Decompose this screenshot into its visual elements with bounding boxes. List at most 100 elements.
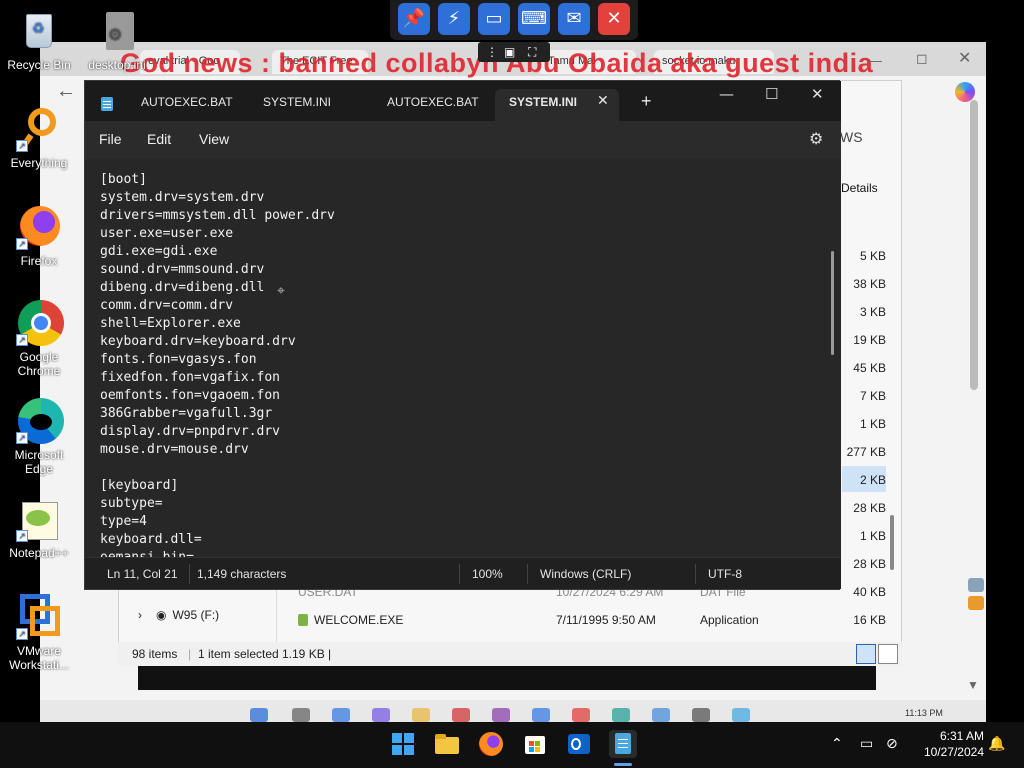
notepad-tabstrip: AUTOEXEC.BAT SYSTEM.INI AUTOEXEC.BAT SYS… — [85, 81, 841, 121]
vm-app-icon[interactable] — [612, 708, 630, 722]
close-window-icon[interactable]: ✕ — [811, 85, 824, 103]
fullscreen-icon[interactable]: ⛶ — [528, 45, 536, 60]
vm-app-icon[interactable] — [532, 708, 550, 722]
maximize-icon[interactable]: ☐ — [765, 85, 778, 103]
monitor-icon[interactable]: ▭ — [478, 3, 510, 35]
desktop-icon-label: Microsoft Edge — [14, 448, 64, 476]
remote-session-toolbar: 📌 ⚡ ▭ ⌨ ✉ ✕ — [390, 0, 638, 40]
chevron-right-icon[interactable]: › — [138, 608, 142, 622]
vm-maximize-icon[interactable]: ◻ — [916, 50, 928, 67]
menu-view[interactable]: View — [199, 131, 229, 147]
desktop-icon-label: Everything — [10, 156, 68, 170]
firefox-icon: ↗ — [16, 204, 62, 250]
settings-file-icon: ⚙ — [94, 8, 140, 54]
settings-gear-icon[interactable]: ⚙ — [809, 129, 823, 148]
explorer-status-bar: 98 items | 1 item selected 1.19 KB | — [118, 642, 902, 666]
vm-start-icon[interactable] — [250, 708, 268, 722]
firefox-icon[interactable] — [477, 730, 505, 758]
desktop-icon-microsoft-edge[interactable]: ↗ Microsoft Edge — [0, 398, 78, 476]
chat-icon[interactable]: ✉ — [558, 3, 590, 35]
tab-close-icon[interactable]: ✕ — [597, 93, 609, 109]
tab-autoexec-bat[interactable]: AUTOEXEC.BAT — [141, 95, 233, 109]
desktop-icon-google-chrome[interactable]: ↗ Google Chrome — [0, 300, 78, 378]
desktop-icon-label: desktop.ini — [88, 58, 146, 72]
new-tab-button[interactable]: + — [641, 91, 652, 112]
file-type: Application — [700, 613, 759, 627]
notification-bell-icon[interactable]: 🔔 — [988, 736, 1005, 752]
recycle-bin-icon: ♻ — [16, 8, 62, 54]
chrome-icon: ↗ — [16, 300, 64, 346]
desktop-icon-label: Firefox — [20, 254, 58, 268]
clock-time[interactable]: 6:31 AM — [924, 729, 984, 743]
desktop-icon-label: VMware Workstati... — [9, 644, 69, 672]
vm-folder-icon[interactable] — [412, 708, 430, 722]
document-text[interactable]: [boot] system.drv=system.drv drivers=mms… — [100, 171, 335, 557]
chevron-up-icon[interactable]: ⌃ — [831, 736, 843, 752]
tiles-view-icon[interactable] — [878, 644, 898, 664]
notepad-icon[interactable] — [609, 730, 637, 758]
vm-app-icon[interactable] — [492, 708, 510, 722]
vm-app-icon[interactable] — [452, 708, 470, 722]
desktop-icon-desktop-ini[interactable]: ⚙ desktop.ini — [78, 8, 156, 72]
pin-icon[interactable]: 📌 — [398, 3, 430, 35]
volume-muted-icon[interactable]: ⊘ — [886, 736, 898, 752]
desktop-icon-label: Google Chrome — [17, 350, 61, 378]
vm-app-icon[interactable] — [652, 708, 670, 722]
network-icon[interactable]: ▭ — [860, 736, 873, 752]
character-count: 1,149 characters — [197, 567, 287, 581]
line-ending[interactable]: Windows (CRLF) — [540, 567, 631, 581]
vm-taskview-icon[interactable] — [332, 708, 350, 722]
nav-pane-drive[interactable]: › ◉ W95 (F:) — [138, 608, 219, 622]
tab-system-ini-active[interactable]: SYSTEM.INI — [509, 95, 577, 109]
grip-icon[interactable]: ⋮ — [486, 45, 498, 59]
shortcut-arrow-icon: ↗ — [16, 334, 28, 346]
vm-clock: 11:13 PM — [905, 708, 943, 718]
lightning-icon[interactable]: ⚡ — [438, 3, 470, 35]
vm-app-icon[interactable] — [692, 708, 710, 722]
details-view-icon[interactable] — [856, 644, 876, 664]
close-icon[interactable]: ✕ — [598, 3, 630, 35]
vm-scrollbar[interactable] — [970, 100, 978, 390]
clock-date[interactable]: 10/27/2024 — [904, 745, 984, 759]
encoding[interactable]: UTF-8 — [708, 567, 742, 581]
explorer-heading-partial: WS — [840, 129, 863, 145]
desktop-icon-firefox[interactable]: ↗ Firefox — [0, 204, 78, 268]
desktop-icon-everything[interactable]: ↗ Everything — [0, 106, 78, 170]
vm-app-icon[interactable] — [732, 708, 750, 722]
file-name: WELCOME.EXE — [314, 613, 404, 627]
status-separator: | — [188, 647, 192, 661]
notepad-status-bar: Ln 11, Col 21 1,149 characters 100% Wind… — [85, 557, 841, 589]
menu-file[interactable]: File — [99, 131, 122, 147]
remote-sub-toolbar: ⋮ ▣ ⛶ — [478, 42, 550, 62]
tab-system-ini[interactable]: SYSTEM.INI — [263, 95, 331, 109]
desktop-icon-label: Notepad++ — [9, 546, 69, 560]
scroll-down-arrow-icon[interactable]: ▼ — [967, 678, 979, 692]
vm-search-icon[interactable] — [292, 708, 310, 722]
keyboard-icon[interactable]: ⌨ — [518, 3, 550, 35]
copilot-icon[interactable] — [955, 82, 975, 102]
file-date: 7/11/1995 9:50 AM — [556, 613, 656, 627]
file-row[interactable]: WELCOME.EXE 7/11/1995 9:50 AM Applicatio… — [298, 613, 759, 627]
editor-scrollbar[interactable] — [831, 251, 834, 355]
details-button[interactable]: Details — [841, 181, 878, 195]
windows-start-icon[interactable] — [389, 730, 417, 758]
explorer-scrollbar[interactable] — [890, 515, 894, 570]
desktop-icon-notepad-plus-plus[interactable]: ↗ Notepad++ — [0, 496, 78, 560]
everything-search-icon: ↗ — [16, 106, 62, 152]
text-editor-area[interactable]: [boot] system.drv=system.drv drivers=mms… — [85, 159, 841, 557]
desktop-icon-vmware[interactable]: ↗ VMware Workstati... — [0, 594, 78, 672]
fit-screen-icon[interactable]: ▣ — [504, 45, 515, 59]
desktop-icon-recycle-bin[interactable]: ♻ Recycle Bin — [0, 8, 78, 72]
browser-back-icon[interactable]: ← — [56, 80, 76, 103]
microsoft-store-icon[interactable] — [521, 730, 549, 758]
vm-app-icon[interactable] — [372, 708, 390, 722]
vm-close-icon[interactable]: ✕ — [958, 48, 971, 68]
file-explorer-icon[interactable] — [433, 730, 461, 758]
tab-autoexec-bat[interactable]: AUTOEXEC.BAT — [387, 95, 479, 109]
vm-app-icon[interactable] — [572, 708, 590, 722]
zoom-level[interactable]: 100% — [472, 567, 503, 581]
vm-minimize-icon[interactable]: — — [868, 52, 882, 68]
menu-edit[interactable]: Edit — [147, 131, 171, 147]
outlook-icon[interactable] — [565, 730, 593, 758]
minimize-icon[interactable]: — — [719, 85, 734, 103]
